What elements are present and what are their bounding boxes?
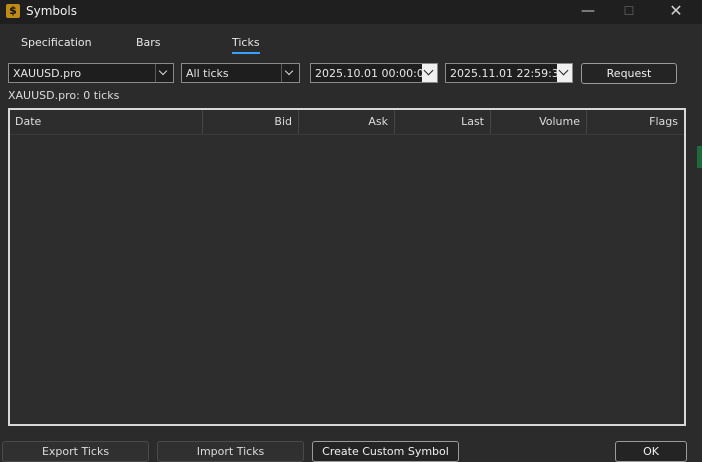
column-divider[interactable] [298, 110, 299, 134]
title-bar: $ Symbols — ☐ ✕ [0, 0, 702, 24]
date-to-value: 2025.11.01 22:59:32 [450, 67, 566, 80]
ticks-table[interactable]: Date Bid Ask Last Volume Flags [8, 108, 686, 426]
background-window-edge [697, 146, 702, 168]
tick-type-select[interactable]: All ticks [181, 63, 300, 83]
column-header-last[interactable]: Last [461, 115, 484, 128]
close-button[interactable]: ✕ [653, 0, 699, 24]
request-button[interactable]: Request [581, 63, 677, 84]
column-divider[interactable] [490, 110, 491, 134]
column-header-volume[interactable]: Volume [539, 115, 580, 128]
chevron-down-icon[interactable] [281, 64, 299, 82]
date-from-value: 2025.10.01 00:00:00 [315, 67, 431, 80]
column-divider[interactable] [394, 110, 395, 134]
column-divider[interactable] [202, 110, 203, 134]
tab-ticks[interactable]: Ticks [232, 36, 260, 54]
minimize-button[interactable]: — [565, 0, 611, 24]
import-ticks-button[interactable]: Import Ticks [157, 441, 304, 462]
chevron-down-icon[interactable] [155, 64, 173, 82]
create-custom-symbol-button[interactable]: Create Custom Symbol [312, 441, 459, 462]
ok-button[interactable]: OK [615, 441, 687, 462]
symbol-select[interactable]: XAUUSD.pro [8, 63, 174, 83]
tab-specification[interactable]: Specification [21, 36, 92, 49]
tick-count-status: XAUUSD.pro: 0 ticks [8, 89, 120, 102]
maximize-button[interactable]: ☐ [606, 0, 652, 24]
date-from-picker[interactable]: 2025.10.01 00:00:00 [310, 63, 438, 83]
column-header-flags[interactable]: Flags [649, 115, 678, 128]
calendar-dropdown-icon[interactable] [557, 64, 572, 82]
tab-bars[interactable]: Bars [136, 36, 161, 49]
column-header-date[interactable]: Date [15, 115, 41, 128]
dollar-icon: $ [6, 4, 20, 18]
date-to-picker[interactable]: 2025.11.01 22:59:32 [445, 63, 573, 83]
export-ticks-button[interactable]: Export Ticks [2, 441, 149, 462]
tab-strip: Specification Bars Ticks [0, 24, 702, 56]
table-header: Date Bid Ask Last Volume Flags [10, 110, 684, 135]
symbol-value: XAUUSD.pro [13, 67, 82, 80]
column-header-bid[interactable]: Bid [274, 115, 292, 128]
calendar-dropdown-icon[interactable] [422, 64, 437, 82]
column-divider[interactable] [586, 110, 587, 134]
tick-type-value: All ticks [186, 67, 229, 80]
column-header-ask[interactable]: Ask [368, 115, 388, 128]
window-title: Symbols [26, 4, 77, 18]
